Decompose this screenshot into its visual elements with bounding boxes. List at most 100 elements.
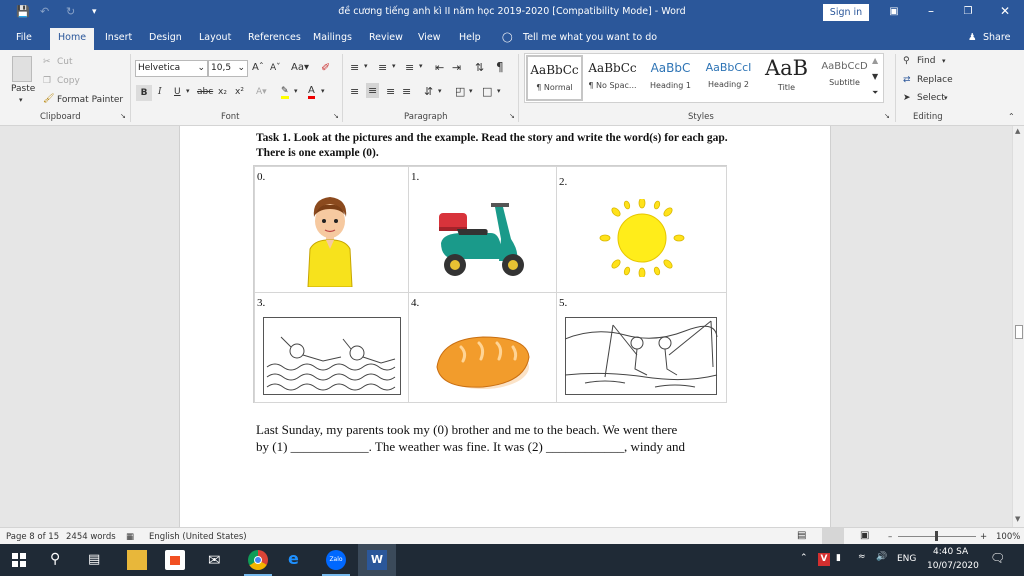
windows-start-icon[interactable] [12, 553, 26, 567]
chevron-down-icon[interactable]: ▾ [186, 87, 190, 95]
line-spacing-icon[interactable]: ⇵ [424, 85, 433, 98]
edge-icon[interactable]: e [288, 549, 299, 568]
font-launcher-icon[interactable]: ↘ [333, 112, 339, 120]
find-button[interactable]: Find [917, 56, 935, 66]
close-icon[interactable]: ✕ [995, 4, 1015, 18]
tab-home[interactable]: Home [50, 28, 95, 50]
tell-me-box[interactable]: Tell me what you want to do [523, 32, 657, 43]
chevron-down-icon[interactable]: ⌄ [197, 61, 205, 76]
tab-design[interactable]: Design [149, 32, 182, 43]
superscript-icon[interactable]: x² [235, 87, 244, 97]
paste-button[interactable]: Paste [11, 84, 35, 94]
sign-in-button[interactable]: Sign in [823, 4, 869, 21]
notifications-icon[interactable]: 🗨 [990, 551, 1005, 565]
tab-view[interactable]: View [418, 32, 441, 43]
shading-icon[interactable]: ◰ [455, 85, 465, 98]
select-icon[interactable]: ➤ [903, 93, 911, 103]
font-size-box[interactable]: 10,5 ⌄ [208, 60, 248, 77]
page-count[interactable]: Page 8 of 15 [6, 532, 59, 542]
numbering-icon[interactable]: ≡ [378, 61, 387, 74]
chevron-down-icon[interactable]: ⌄ [237, 61, 245, 76]
grow-font-icon[interactable]: Aˆ [252, 62, 264, 73]
volume-icon[interactable]: 🔊 [876, 552, 887, 562]
find-icon[interactable]: ⚲ [903, 56, 910, 66]
tab-mailings[interactable]: Mailings [313, 32, 352, 43]
chrome-icon[interactable] [248, 550, 268, 570]
show-formatting-icon[interactable]: ¶ [496, 60, 504, 74]
change-case-icon[interactable]: Aa▾ [291, 62, 309, 73]
align-left-icon[interactable]: ≡ [350, 85, 359, 98]
highlight-icon[interactable]: ✎ [281, 86, 289, 99]
format-painter-button[interactable]: Format Painter [57, 95, 123, 105]
justify-icon[interactable]: ≡ [402, 85, 411, 98]
clipboard-icon[interactable] [12, 56, 32, 82]
style-heading-2[interactable]: AaBbCcI Heading 2 [700, 55, 757, 101]
clipboard-launcher-icon[interactable]: ↘ [120, 112, 126, 120]
tab-help[interactable]: Help [459, 32, 481, 43]
style-heading-1[interactable]: AaBbC Heading 1 [642, 55, 699, 101]
text-effects-icon[interactable]: A▾ [256, 87, 267, 97]
chevron-down-icon[interactable]: ▾ [944, 94, 948, 102]
paragraph-launcher-icon[interactable]: ↘ [509, 112, 515, 120]
cut-button[interactable]: Cut [57, 57, 73, 67]
antivirus-icon[interactable]: V [818, 553, 830, 566]
italic-icon[interactable]: I [158, 87, 162, 97]
file-explorer-icon[interactable] [127, 550, 147, 570]
style-normal[interactable]: AaBbCc ¶ Normal [526, 55, 583, 101]
tab-review[interactable]: Review [369, 32, 403, 43]
chevron-down-icon[interactable]: ▾ [364, 62, 368, 70]
clear-formatting-icon[interactable]: ✐ [321, 61, 330, 74]
styles-launcher-icon[interactable]: ↘ [884, 112, 890, 120]
tab-insert[interactable]: Insert [105, 32, 132, 43]
proofing-icon[interactable]: ▦ [126, 532, 134, 542]
increase-indent-icon[interactable]: ⇥ [452, 61, 461, 74]
styles-scroll-down-icon[interactable]: ▼ [872, 72, 878, 81]
select-button[interactable]: Select [917, 93, 945, 103]
chevron-down-icon[interactable]: ▾ [321, 87, 325, 95]
sort-icon[interactable]: ⇅ [475, 61, 484, 74]
strikethrough-icon[interactable]: abc [197, 87, 213, 97]
copy-icon[interactable]: ❐ [43, 76, 51, 86]
zoom-in-icon[interactable]: + [980, 532, 987, 542]
font-color-icon[interactable]: A [308, 85, 315, 99]
chevron-down-icon[interactable]: ▾ [438, 87, 442, 95]
word-count[interactable]: 2454 words [66, 532, 116, 542]
styles-scroll-up-icon[interactable]: ▲ [872, 56, 878, 65]
align-center-icon[interactable]: ≡ [366, 83, 380, 98]
vertical-scrollbar[interactable]: ▲ ▼ [1012, 126, 1024, 527]
subscript-icon[interactable]: x₂ [218, 87, 227, 97]
zoom-slider-thumb[interactable] [935, 531, 938, 541]
wifi-icon[interactable]: ≈ [858, 552, 866, 562]
style-title[interactable]: AaB Title [758, 55, 815, 101]
cut-icon[interactable]: ✂ [43, 57, 51, 67]
replace-button[interactable]: Replace [917, 75, 953, 85]
format-painter-icon[interactable]: 🖌 [43, 94, 54, 104]
collapse-ribbon-icon[interactable]: ⌃ [1008, 112, 1015, 121]
minimize-icon[interactable]: – [921, 4, 941, 18]
zoom-level[interactable]: 100% [996, 532, 1020, 542]
chevron-down-icon[interactable]: ▾ [469, 87, 473, 95]
chevron-down-icon[interactable]: ▾ [419, 62, 423, 70]
document-page[interactable]: Task 1. Look at the pictures and the exa… [179, 126, 831, 527]
styles-more-icon[interactable]: ⏷ [872, 88, 878, 98]
scroll-thumb[interactable] [1015, 325, 1023, 339]
style-subtitle[interactable]: AaBbCcD Subtitle [816, 55, 873, 101]
web-layout-icon[interactable]: ▣ [860, 530, 869, 541]
scroll-down-icon[interactable]: ▼ [1015, 515, 1020, 523]
zoom-out-icon[interactable]: – [888, 532, 892, 542]
chevron-down-icon[interactable]: ▾ [294, 87, 298, 95]
shrink-font-icon[interactable]: Aˇ [270, 63, 281, 73]
search-icon[interactable]: ⚲ [50, 551, 60, 567]
paste-dropdown-icon[interactable]: ▾ [19, 96, 23, 104]
tab-references[interactable]: References [248, 32, 301, 43]
chevron-down-icon[interactable]: ▾ [942, 57, 946, 65]
style-no-spacing[interactable]: AaBbCc ¶ No Spac... [584, 55, 641, 101]
language-status[interactable]: English (United States) [149, 532, 247, 542]
battery-icon[interactable]: ▮ [836, 553, 841, 563]
tab-layout[interactable]: Layout [199, 32, 231, 43]
word-taskbar-button[interactable]: W [358, 544, 396, 576]
share-button[interactable]: Share [983, 32, 1010, 43]
replace-icon[interactable]: ⇄ [903, 75, 911, 85]
copy-button[interactable]: Copy [57, 76, 80, 86]
bold-icon[interactable]: B [136, 85, 152, 101]
